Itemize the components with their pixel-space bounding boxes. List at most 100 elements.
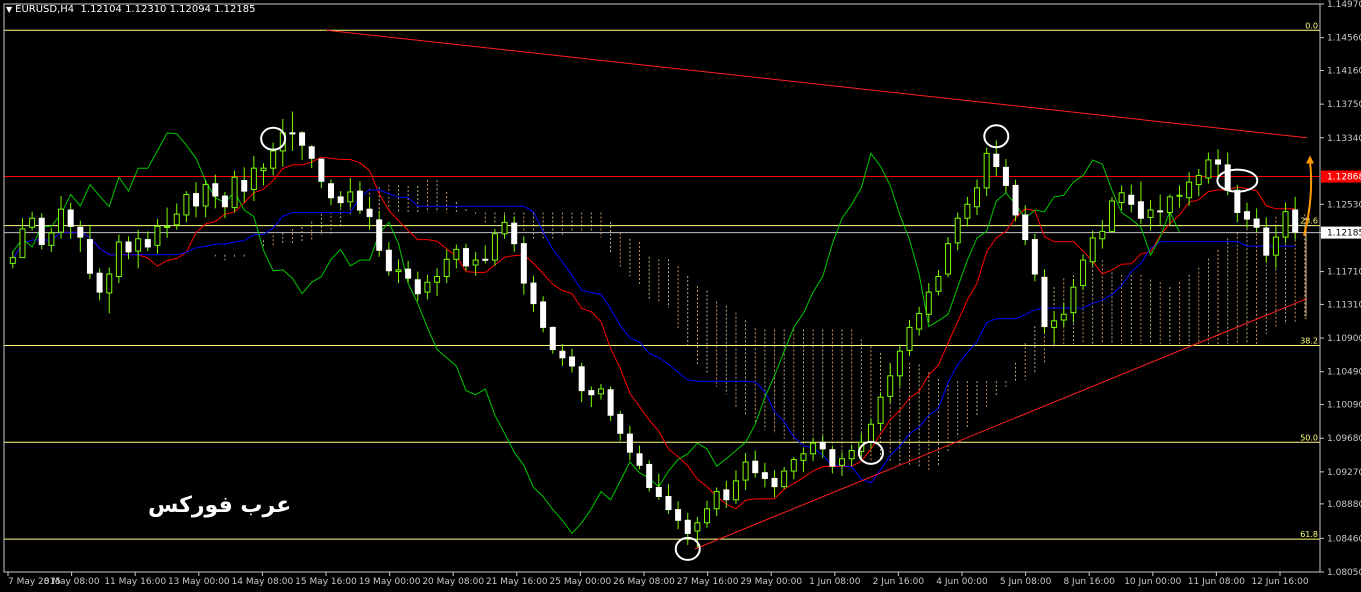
candle-body (742, 461, 749, 481)
candle-body (1070, 286, 1077, 314)
candle-body (848, 450, 855, 460)
candle-body (617, 413, 624, 434)
y-tick-label: 1.11310 (1327, 300, 1361, 310)
candle-body (655, 486, 662, 497)
candle-body (1292, 209, 1299, 233)
collapse-arrow-icon[interactable]: ▼ (6, 5, 12, 14)
candle-body (974, 187, 980, 208)
candle-body (77, 226, 84, 238)
candle-body (549, 326, 556, 351)
candle-body (732, 480, 739, 501)
candle-body (829, 449, 836, 467)
candle-body (173, 213, 180, 226)
candle-body (1243, 211, 1250, 220)
candle-body (356, 190, 363, 211)
candle-body (299, 132, 306, 146)
candle-body (675, 509, 682, 521)
candle-body (993, 153, 1000, 168)
candle-body (713, 491, 720, 510)
candle-body (462, 248, 469, 267)
candle-body (154, 225, 161, 246)
candle-body (366, 208, 373, 218)
candle-body (250, 167, 257, 191)
x-tick-label: 20 May 08:00 (422, 577, 484, 587)
candle-body (1157, 210, 1164, 213)
candle-body (395, 269, 402, 273)
candle-body (260, 167, 267, 172)
x-tick-label: 25 May 00:00 (550, 577, 612, 587)
x-tick-label: 8 Jun 16:00 (1063, 577, 1115, 587)
candle-body (241, 179, 248, 192)
y-tick-label: 1.14160 (1327, 66, 1361, 76)
candle-body (723, 489, 730, 501)
candle-body (221, 195, 228, 208)
x-tick-label: 14 May 08:00 (232, 577, 294, 587)
candle-body (491, 233, 498, 261)
y-tick-label: 1.12530 (1327, 200, 1361, 210)
candle-body (58, 208, 65, 233)
candle-body (1128, 194, 1135, 205)
candle-body (1253, 218, 1260, 228)
x-tick-label: 11 May 16:00 (104, 577, 166, 587)
candle-body (704, 508, 711, 524)
candle-body (183, 193, 190, 216)
candle-body (1186, 181, 1193, 199)
candle-body (106, 273, 113, 294)
candle-body (1118, 192, 1125, 204)
candle-body (906, 326, 913, 351)
candle-body (1137, 201, 1144, 219)
candle-body (819, 441, 826, 450)
candle-body (1012, 184, 1019, 216)
y-tick-label: 1.14560 (1327, 34, 1361, 44)
candle-body (1002, 166, 1009, 186)
fib-level-label: 23.6 (1300, 217, 1318, 226)
candle-body (424, 281, 431, 293)
candle-body (1080, 259, 1087, 287)
candle-body (964, 203, 971, 219)
candle-body (896, 350, 903, 377)
x-tick-label: 8 May 08:00 (44, 577, 100, 587)
candle-body (954, 217, 961, 244)
chikou-span-line (12, 132, 1180, 535)
y-tick-label: 1.11710 (1327, 268, 1361, 278)
candle-body (212, 183, 219, 197)
candle-body (800, 453, 807, 461)
candle-body (115, 241, 122, 278)
candle-body (193, 193, 200, 207)
x-tick-label: 12 Jun 16:00 (1251, 577, 1308, 587)
candle-body (771, 477, 778, 488)
candle-body (1263, 227, 1270, 256)
candle-body (597, 388, 604, 395)
candle-body (626, 433, 633, 453)
candle-body (578, 366, 585, 392)
plot-frame (3, 3, 1321, 573)
x-tick-label: 11 Jun 08:00 (1188, 577, 1245, 587)
y-tick-label: 1.08050 (1327, 568, 1361, 578)
candle-body (588, 390, 595, 396)
y-tick-label: 1.09270 (1327, 468, 1361, 478)
x-tick-label: 19 May 00:00 (359, 577, 421, 587)
y-tick-label: 1.08460 (1327, 534, 1361, 544)
candle-body (19, 228, 26, 259)
candle-body (1022, 214, 1029, 241)
fibonacci-levels: 0.0 23.6 38.2 50.0 61.8 (4, 21, 1320, 540)
arrow-head-icon (1306, 155, 1314, 164)
x-tick-label: 21 May 16:00 (486, 577, 548, 587)
x-tick-label: 4 Jun 00:00 (936, 577, 988, 587)
candle-body (790, 459, 797, 472)
candle-body (1215, 159, 1222, 165)
candle-body (636, 453, 643, 466)
candle-body (694, 522, 701, 532)
x-tick-label: 26 May 08:00 (613, 577, 675, 587)
candle-body (945, 243, 952, 275)
candle-body (482, 258, 489, 261)
x-tick-label: 15 May 16:00 (295, 577, 357, 587)
candle-body (511, 222, 518, 245)
candle-body (135, 238, 142, 252)
x-tick-label: 29 May 00:00 (740, 577, 802, 587)
y-tick-label: 1.08880 (1327, 500, 1361, 510)
candle-body (1031, 239, 1038, 275)
symbol-label: EURUSD,H4 (15, 4, 75, 15)
lower-trendline (694, 298, 1308, 550)
candle-body (453, 248, 460, 260)
